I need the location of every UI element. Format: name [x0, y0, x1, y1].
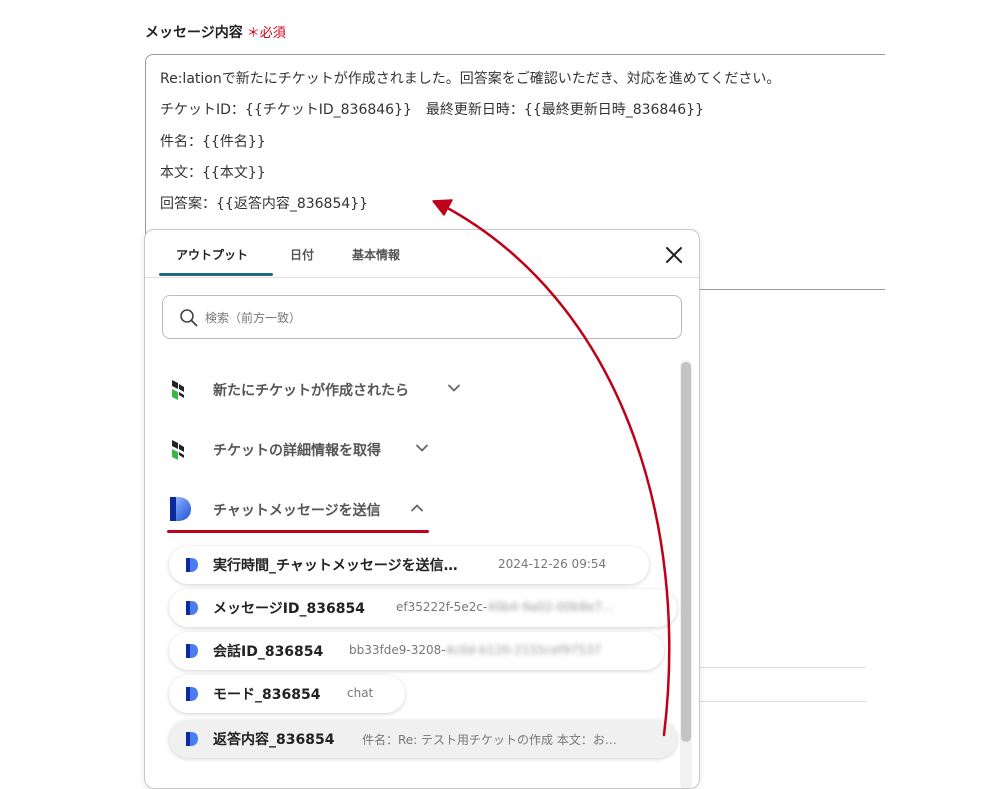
scrollbar[interactable] [680, 360, 692, 788]
chevron-down-icon [416, 444, 428, 452]
item-value-redacted: 40b4-9a02-00b8e7… [487, 600, 615, 614]
search-icon [180, 309, 198, 327]
item-name: メッセージID_836854 [213, 601, 365, 617]
message-line-2: チケットID：{{チケットID_836846}} 最終更新日時：{{最終更新日時… [160, 102, 704, 118]
chat-app-icon [186, 558, 198, 572]
output-item-execution-time[interactable]: 実行時間_チャットメッセージを送信… 2024-12-26 09:54 [169, 546, 649, 584]
item-value-visible: bb33fde9-3208- [349, 643, 446, 657]
message-line-1: Re:lationで新たにチケットが作成されました。回答案をご確認いただき、対応… [160, 71, 781, 87]
item-value: 2024-12-26 09:54 [498, 557, 607, 571]
item-name: 実行時間_チャットメッセージを送信… [213, 558, 458, 574]
item-value-redacted: 4c0d-b120-2155cef97537 [445, 643, 602, 657]
scrollbar-thumb[interactable] [681, 362, 691, 742]
item-name: 会話ID_836854 [213, 644, 324, 660]
chevron-up-icon [411, 504, 423, 512]
output-item-mode[interactable]: モード_836854 chat [169, 675, 405, 713]
chat-app-icon [186, 601, 198, 615]
output-item-conversation-id[interactable]: 会話ID_836854 bb33fde9-3208-4c0d-b120-2155… [169, 632, 664, 670]
search-field[interactable] [162, 295, 682, 339]
chat-app-icon [186, 687, 198, 701]
required-badge: ＊必須 [246, 26, 286, 41]
annotation-underline [167, 530, 429, 533]
close-button[interactable] [662, 243, 686, 267]
output-item-message-id[interactable]: メッセージID_836854 ef35222f-5e2c-40b4-9a02-0… [169, 589, 677, 627]
chat-app-icon [186, 644, 198, 658]
item-value: 件名：Re: テスト用チケットの作成 本文：お… [362, 733, 617, 747]
item-name: モード_836854 [213, 687, 321, 703]
chat-app-icon [170, 497, 191, 521]
item-value-visible: ef35222f-5e2c- [396, 600, 488, 614]
message-content-label: メッセージ内容 ＊必須 [145, 22, 286, 42]
chevron-down-icon [448, 384, 460, 392]
message-line-3: 件名：{{件名}} [160, 134, 266, 150]
section-label: 新たにチケットが作成されたら [213, 383, 409, 399]
message-line-5: 回答案：{{返答内容_836854}} [160, 196, 369, 212]
active-tab-indicator [159, 273, 273, 276]
item-name: 返答内容_836854 [213, 732, 335, 748]
close-icon [666, 247, 682, 263]
section-label: チケットの詳細情報を取得 [213, 443, 381, 459]
popup-tabs: アウトプット 日付 基本情報 [145, 230, 699, 278]
relation-app-icon [172, 380, 184, 400]
background-divider [700, 667, 866, 668]
search-input[interactable] [203, 307, 647, 329]
tab-output[interactable]: アウトプット [176, 246, 248, 263]
relation-app-icon [172, 440, 184, 460]
chat-app-icon [186, 732, 198, 746]
item-value: chat [347, 686, 374, 700]
message-line-4: 本文：{{本文}} [160, 165, 266, 181]
background-divider [700, 701, 866, 702]
tab-date[interactable]: 日付 [290, 246, 314, 263]
output-item-reply-content[interactable]: 返答内容_836854 件名：Re: テスト用チケットの作成 本文：お… [169, 720, 677, 758]
output-picker-popup: アウトプット 日付 基本情報 新たにチケットが作成されたら [144, 229, 700, 789]
section-label: チャットメッセージを送信 [213, 503, 381, 519]
item-value: ef35222f-5e2c-40b4-9a02-00b8e7… [396, 600, 614, 614]
item-value: bb33fde9-3208-4c0d-b120-2155cef97537 [349, 643, 601, 657]
tab-basic-info[interactable]: 基本情報 [352, 246, 400, 263]
field-label-text: メッセージ内容 [145, 25, 243, 41]
